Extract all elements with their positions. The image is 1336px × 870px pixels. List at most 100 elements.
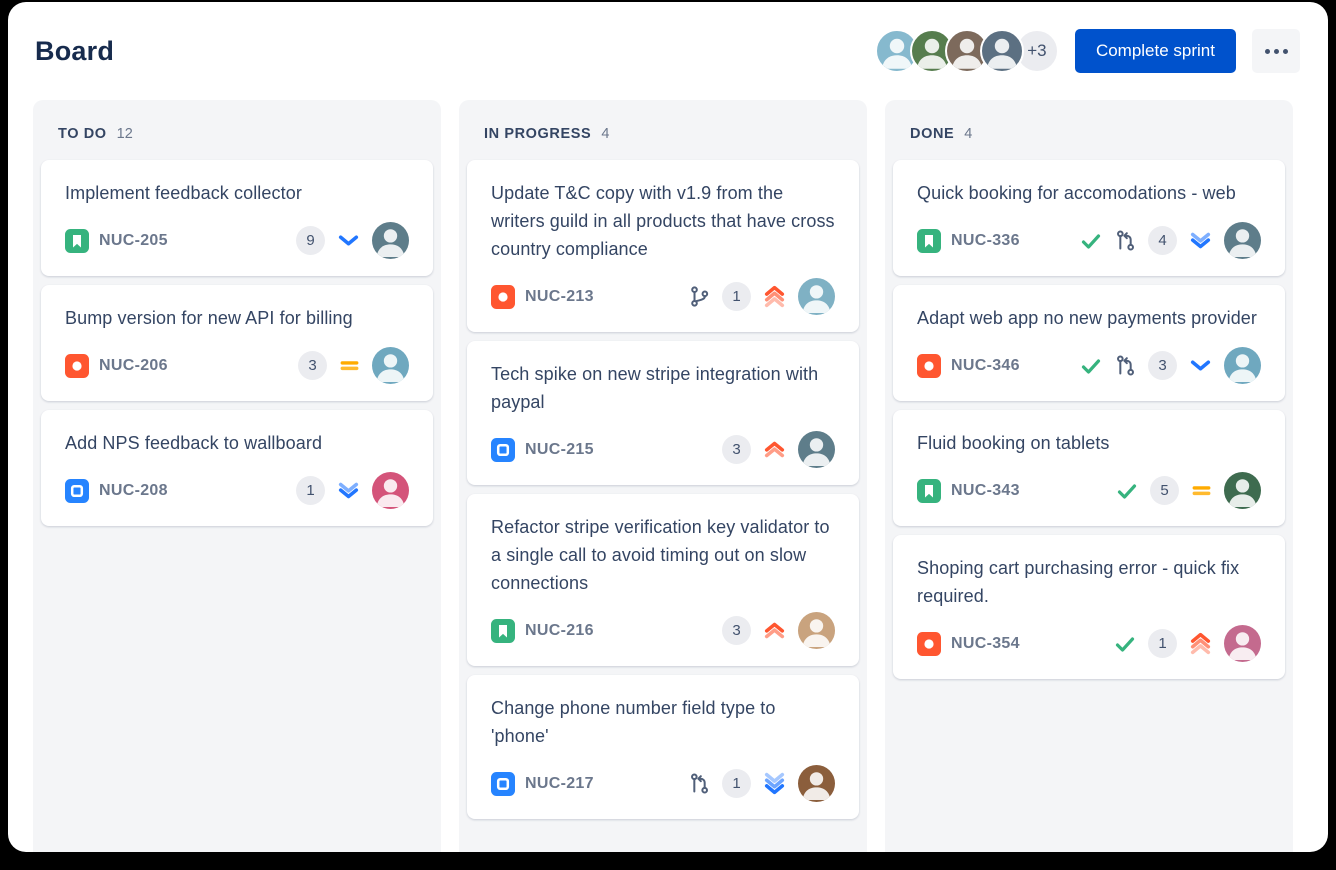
more-options-icon: [1274, 49, 1279, 54]
estimate-badge: 3: [722, 435, 751, 464]
card-title: Fluid booking on tablets: [917, 429, 1261, 457]
estimate-badge: 3: [298, 351, 327, 380]
card-meta-right: 9: [296, 222, 409, 259]
board-header: Board +3 Complete sprint: [8, 2, 1328, 100]
git-pull-request-icon: [688, 772, 711, 795]
assignee-avatar[interactable]: [798, 431, 835, 468]
card-meta-left: NUC-215: [491, 438, 594, 462]
assignee-avatar[interactable]: [372, 347, 409, 384]
card-footer: NUC-354 1: [917, 625, 1261, 662]
priority-up-2-icon: [762, 437, 787, 462]
assignee-avatar[interactable]: [372, 472, 409, 509]
issue-card[interactable]: Fluid booking on tablets NUC-343 5: [893, 410, 1285, 526]
git-pull-request-icon: [1114, 354, 1137, 377]
board-column-in-progress: IN PROGRESS4Update T&C copy with v1.9 fr…: [459, 100, 867, 852]
issue-card[interactable]: Bump version for new API for billing NUC-…: [41, 285, 433, 401]
estimate-badge: 5: [1150, 476, 1179, 505]
priority-up-3-icon: [762, 284, 787, 309]
issue-key: NUC-343: [951, 482, 1020, 500]
issue-card[interactable]: Change phone number field type to 'phone…: [467, 675, 859, 819]
issue-key: NUC-217: [525, 775, 594, 793]
avatar-stack: +3: [875, 29, 1059, 73]
assignee-avatar[interactable]: [1224, 625, 1261, 662]
issue-key: NUC-206: [99, 357, 168, 375]
card-meta-left: NUC-206: [65, 354, 168, 378]
priority-up-2-icon: [762, 618, 787, 643]
column-count: 4: [601, 126, 609, 142]
issue-card[interactable]: Refactor stripe verification key validat…: [467, 494, 859, 666]
card-meta-right: 1: [688, 278, 835, 315]
priority-down-1-icon: [1188, 353, 1213, 378]
issue-key: NUC-354: [951, 635, 1020, 653]
column-header: DONE4: [885, 100, 1293, 160]
card-title: Quick booking for accomodations - web: [917, 179, 1261, 207]
done-check-icon: [1079, 229, 1103, 253]
column-header: TO DO12: [33, 100, 441, 160]
card-meta-left: NUC-336: [917, 229, 1020, 253]
priority-down-1-icon: [336, 228, 361, 253]
card-meta-left: NUC-213: [491, 285, 594, 309]
assignee-avatar[interactable]: [372, 222, 409, 259]
card-title: Bump version for new API for billing: [65, 304, 409, 332]
page-title: Board: [35, 36, 114, 67]
assignee-avatar[interactable]: [1224, 347, 1261, 384]
card-footer: NUC-206 3: [65, 347, 409, 384]
estimate-badge: 3: [1148, 351, 1177, 380]
complete-sprint-button[interactable]: Complete sprint: [1075, 29, 1236, 73]
card-footer: NUC-2081: [65, 472, 409, 509]
done-check-icon: [1115, 479, 1139, 503]
board-column-to-do: TO DO12 Implement feedback collector NUC-2…: [33, 100, 441, 852]
board-column-done: DONE4Quick booking for accomodations - w…: [885, 100, 1293, 852]
git-branch-icon: [688, 285, 711, 308]
more-options-icon: [1283, 49, 1288, 54]
done-check-icon: [1079, 354, 1103, 378]
estimate-badge: 1: [1148, 629, 1177, 658]
bug-type-icon: [917, 354, 941, 378]
assignee-avatar[interactable]: [1224, 222, 1261, 259]
issue-card[interactable]: Adapt web app no new payments provider NU…: [893, 285, 1285, 401]
user-avatar[interactable]: [980, 29, 1024, 73]
done-check-icon: [1113, 632, 1137, 656]
card-footer: NUC-343 5: [917, 472, 1261, 509]
more-options-button[interactable]: [1252, 29, 1300, 73]
card-meta-left: NUC-208: [65, 479, 168, 503]
card-title: Add NPS feedback to wallboard: [65, 429, 409, 457]
card-title: Tech spike on new stripe integration wit…: [491, 360, 835, 416]
card-meta-right: 3: [298, 347, 409, 384]
assignee-avatar[interactable]: [798, 278, 835, 315]
card-meta-right: 1: [688, 765, 835, 802]
issue-card[interactable]: Add NPS feedback to wallboard NUC-2081: [41, 410, 433, 526]
card-meta-right: 3: [722, 431, 835, 468]
header-actions: +3 Complete sprint: [875, 29, 1300, 73]
assignee-avatar[interactable]: [1224, 472, 1261, 509]
issue-card[interactable]: Implement feedback collector NUC-2059: [41, 160, 433, 276]
issue-card[interactable]: Shoping cart purchasing error - quick fi…: [893, 535, 1285, 679]
estimate-badge: 9: [296, 226, 325, 255]
priority-medium-icon: [338, 354, 361, 377]
task-type-icon: [491, 772, 515, 796]
card-footer: NUC-2059: [65, 222, 409, 259]
assignee-avatar[interactable]: [798, 765, 835, 802]
card-title: Shoping cart purchasing error - quick fi…: [917, 554, 1261, 610]
issue-card[interactable]: Quick booking for accomodations - web NUC…: [893, 160, 1285, 276]
card-meta-right: 4: [1079, 222, 1261, 259]
card-meta-right: 5: [1115, 472, 1261, 509]
priority-down-3-icon: [762, 771, 787, 796]
card-title: Adapt web app no new payments provider: [917, 304, 1261, 332]
estimate-badge: 1: [722, 282, 751, 311]
priority-medium-icon: [1190, 479, 1213, 502]
issue-key: NUC-336: [951, 232, 1020, 250]
issue-card[interactable]: Update T&C copy with v1.9 from the write…: [467, 160, 859, 332]
story-type-icon: [917, 479, 941, 503]
card-list: Update T&C copy with v1.9 from the write…: [459, 160, 867, 827]
card-meta-left: NUC-216: [491, 619, 594, 643]
estimate-badge: 4: [1148, 226, 1177, 255]
issue-key: NUC-346: [951, 357, 1020, 375]
bug-type-icon: [491, 285, 515, 309]
assignee-avatar[interactable]: [798, 612, 835, 649]
card-footer: NUC-346 3: [917, 347, 1261, 384]
issue-key: NUC-208: [99, 482, 168, 500]
card-title: Implement feedback collector: [65, 179, 409, 207]
priority-down-2-icon: [1188, 228, 1213, 253]
issue-card[interactable]: Tech spike on new stripe integration wit…: [467, 341, 859, 485]
